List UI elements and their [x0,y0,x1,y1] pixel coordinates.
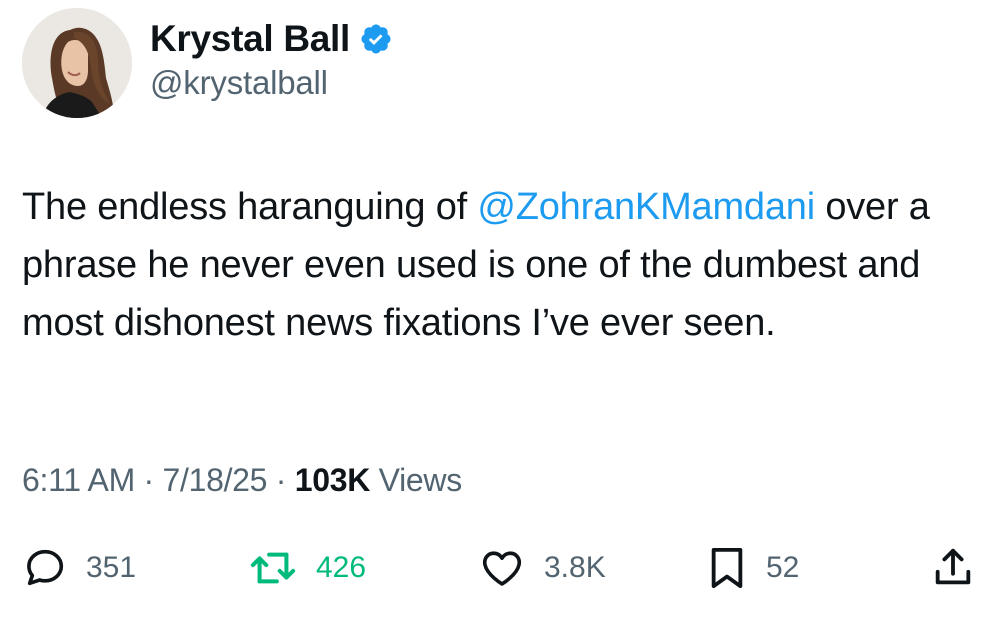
reply-icon [27,549,64,586]
bookmark-button[interactable]: 52 [706,538,799,598]
views-count[interactable]: 103K [295,462,371,498]
like-button[interactable]: 3.8K [478,538,606,598]
profile-photo-icon [22,8,132,118]
tweet-date[interactable]: 7/18/25 [162,462,267,498]
avatar[interactable] [22,8,132,118]
author-handle[interactable]: @krystalball [150,64,328,102]
heart-icon [482,551,522,586]
bookmark-icon [711,547,743,589]
author-name-row: Krystal Ball [150,16,393,62]
tweet-card: Krystal Ball @krystalball The endless ha… [0,0,1000,636]
retweet-count: 426 [316,551,367,584]
views-label: Views [370,462,463,498]
reply-count: 351 [86,551,137,584]
meta-separator: · [134,462,163,498]
share-icon [935,548,971,585]
tweet-text-before: The endless haranguing of [22,186,478,228]
tweet-text: The endless haranguing of @ZohranKMamdan… [22,178,982,352]
meta-separator: · [267,462,295,498]
reply-button[interactable]: 351 [22,538,136,598]
author-display-name[interactable]: Krystal Ball [150,18,350,60]
verified-badge-icon [361,24,391,54]
retweet-button[interactable]: 426 [248,538,366,598]
bookmark-count: 52 [766,551,800,584]
tweet-time[interactable]: 6:11 AM [22,462,135,498]
tweet-meta: 6:11 AM · 7/18/25 · 103K Views [22,462,462,499]
retweet-icon [250,552,296,584]
action-bar: 351 426 3.8K 52 [0,538,1000,598]
mention-link[interactable]: @ZohranKMamdani [477,186,815,228]
like-count: 3.8K [544,551,606,584]
share-button[interactable] [930,538,976,598]
